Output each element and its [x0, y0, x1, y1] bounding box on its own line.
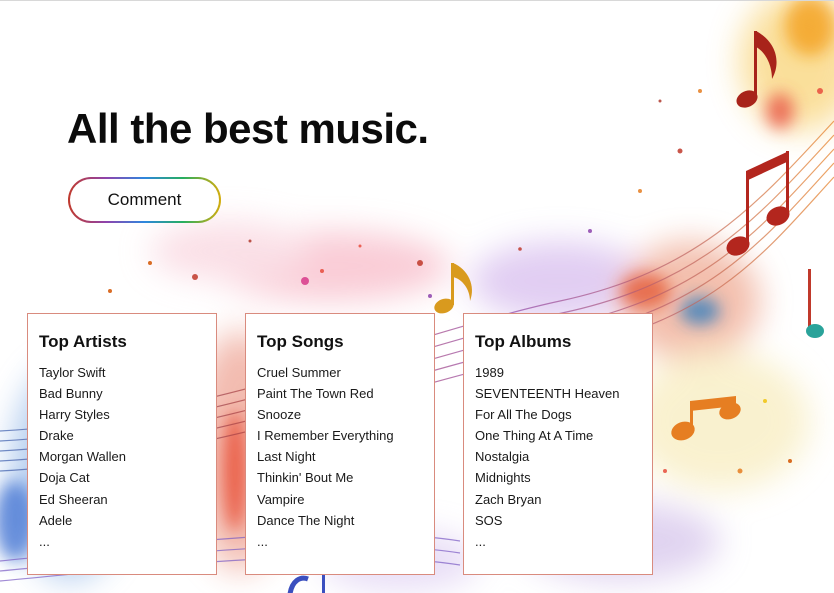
hero-title: All the best music.	[67, 105, 429, 152]
list-item: 1989	[475, 365, 504, 380]
card-title: Top Songs	[257, 332, 344, 351]
list-item: Ed Sheeran	[39, 491, 108, 507]
list-item: Doja Cat	[39, 470, 90, 486]
list-item: Snooze	[257, 407, 302, 423]
list-item: Drake	[39, 428, 74, 444]
top-albums-card: Top Albums 1989 SEVENTEENTH Heaven For A…	[463, 313, 653, 575]
list-item: I Remember Everything	[257, 428, 394, 444]
list-item: Dance The Night	[257, 512, 355, 528]
list-item: Paint The Town Red	[257, 386, 374, 402]
list-item: For All The Dogs	[475, 407, 572, 423]
album-list: 1989 SEVENTEENTH Heaven For All The Dogs…	[475, 362, 652, 552]
song-list: Cruel Summer Paint The Town Red Snooze I…	[257, 362, 434, 552]
list-item: SEVENTEENTH Heaven	[475, 386, 620, 402]
list-item: Adele	[39, 512, 73, 528]
list-item: One Thing At A Time	[475, 428, 594, 444]
list-item: Last Night	[257, 449, 316, 465]
card-title: Top Albums	[475, 332, 572, 351]
page: All the best music. Comment Top Artists …	[0, 0, 834, 593]
list-item: Morgan Wallen	[39, 449, 126, 465]
list-item: Zach Bryan	[475, 491, 542, 507]
list-item: Thinkin' Bout Me	[257, 470, 354, 486]
list-item: Vampire	[257, 491, 305, 507]
list-item: Midnights	[475, 470, 531, 486]
list-item: Nostalgia	[475, 449, 530, 465]
list-more: ...	[39, 533, 50, 549]
top-songs-card: Top Songs Cruel Summer Paint The Town Re…	[245, 313, 435, 575]
list-more: ...	[257, 533, 268, 549]
list-more: ...	[475, 533, 486, 549]
card-title: Top Artists	[39, 332, 127, 351]
comment-button[interactable]: Comment	[68, 177, 221, 223]
top-artists-card: Top Artists Taylor Swift Bad Bunny Harry…	[27, 313, 217, 575]
list-item: SOS	[475, 512, 503, 528]
list-item: Bad Bunny	[39, 386, 103, 402]
list-item: Cruel Summer	[257, 365, 341, 380]
list-item: Harry Styles	[39, 407, 110, 423]
list-item: Taylor Swift	[39, 365, 106, 380]
artist-list: Taylor Swift Bad Bunny Harry Styles Drak…	[39, 362, 216, 552]
